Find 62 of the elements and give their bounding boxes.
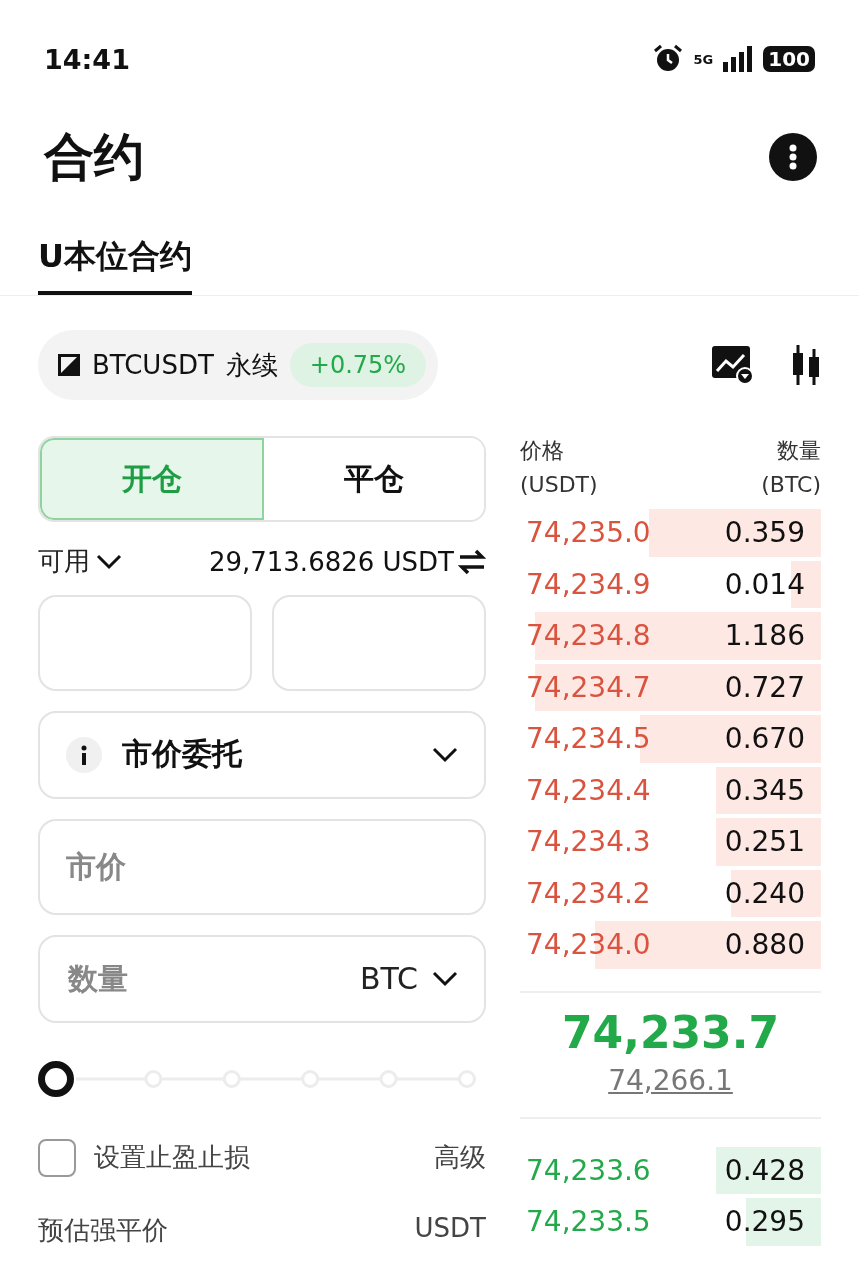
price-header: 价格 (520, 437, 564, 465)
order-type-select[interactable]: 市价委托 (38, 711, 486, 799)
candlestick-icon[interactable] (791, 345, 821, 385)
price-change: +0.75% (289, 343, 427, 387)
contract-type: 永续 (225, 348, 278, 382)
page-title: 合约 (44, 126, 144, 188)
order-amount: 0.240 (724, 876, 805, 910)
order-price: 74,235.0 (526, 516, 651, 550)
status-time: 14:41 (44, 43, 130, 75)
tpsl-checkbox[interactable] (38, 1138, 76, 1177)
chevron-down-icon (432, 746, 458, 763)
available-balance: 29,713.6826 USDT (208, 546, 454, 577)
contract-tab[interactable]: U本位合约 (38, 235, 192, 295)
order-amount: 0.359 (724, 516, 805, 550)
price-field[interactable]: 市价 (38, 818, 486, 915)
amount-header: 数量 (777, 437, 821, 465)
order-price: 74,234.3 (526, 825, 651, 859)
slider-thumb[interactable] (38, 1060, 74, 1097)
available-toggle[interactable]: 可用 (38, 544, 122, 579)
order-price: 74,234.5 (526, 722, 651, 756)
order-price: 74,234.9 (526, 567, 651, 601)
amount-unit-header: (BTC) (761, 472, 821, 497)
order-price: 74,233.5 (526, 1205, 651, 1239)
order-price: 74,234.7 (526, 670, 651, 704)
order-price: 74,234.4 (526, 773, 651, 807)
order-price: 74,234.2 (526, 876, 651, 910)
order-amount: 0.014 (724, 567, 805, 601)
price-unit: (USDT) (520, 472, 598, 497)
liquidation-unit: USDT (414, 1212, 486, 1245)
select-field[interactable] (272, 595, 486, 691)
network-label: 5G (693, 51, 714, 67)
signal-icon (723, 46, 754, 72)
order-price: 74,234.8 (526, 619, 651, 653)
last-price: 74,233.7 (561, 1006, 780, 1058)
info-icon[interactable] (66, 736, 102, 773)
tpsl-label: 设置止盈止损 (94, 1141, 250, 1174)
order-amount: 0.428 (724, 1153, 805, 1187)
pair-symbol: BTCUSDT (92, 350, 214, 380)
pair-selector[interactable]: BTCUSDT 永续 +0.75% (38, 330, 439, 400)
order-price: 74,234.0 (526, 928, 651, 962)
liquidation-label: 预估强平价 (38, 1213, 168, 1247)
order-amount: 0.880 (724, 928, 805, 962)
more-icon (789, 144, 797, 170)
order-amount: 0.727 (724, 670, 805, 704)
order-amount: 0.670 (724, 722, 805, 756)
chart-icon[interactable] (711, 345, 755, 385)
order-amount: 1.186 (724, 619, 805, 653)
select-field[interactable] (38, 595, 252, 691)
swap-icon[interactable] (458, 548, 486, 575)
order-amount: 0.295 (724, 1205, 805, 1239)
amount-field[interactable]: 数量 BTC (38, 934, 486, 1023)
order-amount: 0.251 (724, 825, 805, 859)
amount-unit[interactable]: BTC (359, 961, 418, 997)
mark-price[interactable]: 74,266.1 (608, 1063, 733, 1097)
pair-icon (58, 354, 80, 376)
advanced-link[interactable]: 高级 (434, 1140, 486, 1175)
order-price: 74,233.6 (526, 1153, 651, 1187)
order-amount: 0.345 (724, 773, 805, 807)
chevron-down-icon (432, 970, 458, 987)
chevron-down-icon (96, 553, 122, 570)
battery-level: 100 (763, 46, 815, 72)
more-menu-button[interactable] (769, 133, 817, 181)
